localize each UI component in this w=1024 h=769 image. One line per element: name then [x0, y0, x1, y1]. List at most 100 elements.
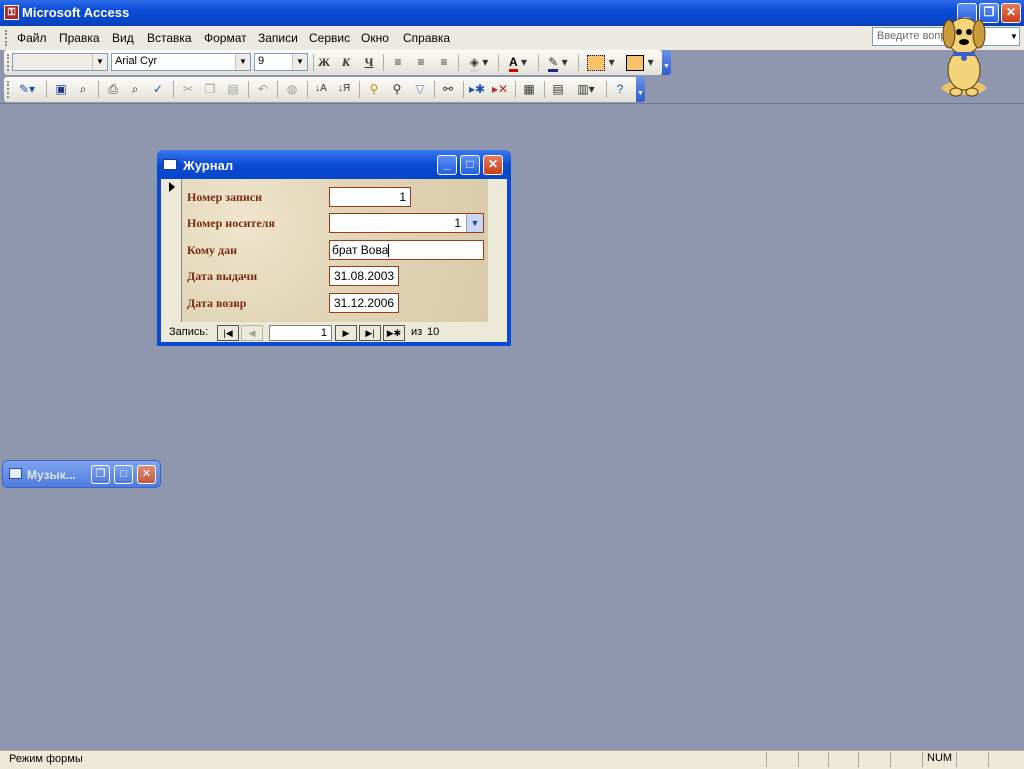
properties-icon[interactable]: ▦ [519, 80, 539, 98]
menu-view[interactable]: Вид [112, 31, 134, 45]
database-window-icon [9, 468, 22, 479]
status-panel [956, 752, 987, 767]
ask-dropdown-icon[interactable]: ▼ [1008, 28, 1020, 45]
fill-color-icon[interactable]: ◈ ▾ [464, 53, 494, 72]
last-record-button[interactable]: ▶| [359, 325, 381, 341]
filter-by-selection-icon[interactable]: ⚲ [364, 80, 384, 98]
line-color-icon[interactable]: ✎ ▾ [543, 53, 573, 72]
separator [515, 81, 516, 98]
toolbar-overflow-icon[interactable]: ▼ [662, 50, 671, 75]
sort-ascending-icon[interactable]: ↓A [311, 80, 331, 98]
apply-filter-icon[interactable]: ▽ [410, 80, 430, 98]
field-record-number[interactable]: 1 [329, 187, 411, 207]
form-close-button[interactable]: ✕ [483, 155, 503, 175]
font-name-combo[interactable]: Arial Cyr ▼ [111, 53, 251, 71]
form-maximize-button[interactable]: □ [460, 155, 480, 175]
save-icon[interactable]: ▣ [51, 80, 71, 98]
menu-bar: Файл Правка Вид Вставка Формат Записи Се… [0, 26, 1024, 50]
new-object-icon[interactable]: ▥▾ [571, 80, 601, 98]
filter-by-form-icon[interactable]: ⚲ [387, 80, 407, 98]
insert-hyperlink-icon[interactable]: ◍ [282, 80, 302, 98]
previous-record-button[interactable]: ◀ [241, 325, 263, 341]
copy-icon[interactable]: ❐ [200, 80, 220, 98]
office-assistant-dog-icon[interactable] [934, 10, 994, 98]
status-panel [988, 752, 1019, 767]
new-record-button[interactable]: ▶✱ [383, 325, 405, 341]
minimized-music-window[interactable]: Музык... ❐ □ ✕ [2, 460, 161, 488]
status-panel [798, 752, 827, 767]
align-right-icon[interactable]: ≡ [434, 53, 454, 71]
print-icon[interactable]: ⎙ [103, 80, 123, 98]
undo-icon[interactable]: ↶ [253, 80, 273, 98]
separator [434, 81, 435, 98]
form-detail-section: Номер записи 1 Номер носителя 1 ▼ Кому д… [182, 179, 488, 322]
field-label-given-to: Кому дан [187, 243, 238, 257]
special-effect-icon[interactable]: ▾ [623, 53, 657, 71]
delete-record-icon[interactable]: ▸✕ [490, 80, 510, 98]
separator [578, 54, 579, 71]
first-record-button[interactable]: |◀ [217, 325, 239, 341]
menu-edit[interactable]: Правка [59, 31, 100, 45]
status-mode-text: Режим формы [9, 753, 83, 765]
close-button[interactable]: ✕ [1001, 3, 1021, 23]
minimized-maximize-button[interactable]: □ [114, 465, 133, 484]
font-size-value: 9 [258, 55, 265, 67]
chevron-down-icon: ▼ [292, 54, 307, 70]
align-left-icon[interactable]: ≡ [388, 53, 408, 71]
cut-icon[interactable]: ✂ [178, 80, 198, 98]
menu-window[interactable]: Окно [361, 31, 389, 45]
form-minimize-button[interactable]: _ [437, 155, 457, 175]
field-media-number-combo[interactable]: 1 ▼ [329, 213, 484, 233]
field-label-record-number: Номер записи [187, 190, 263, 204]
font-size-combo[interactable]: 9 ▼ [254, 53, 308, 71]
new-record-icon[interactable]: ▸✱ [467, 80, 487, 98]
database-window-icon[interactable]: ▤ [548, 80, 568, 98]
view-icon[interactable]: ✎▾ [12, 80, 42, 98]
menu-tools[interactable]: Сервис [309, 31, 350, 45]
chevron-down-icon[interactable]: ▼ [466, 214, 483, 232]
help-icon[interactable]: ? [610, 80, 630, 98]
next-record-button[interactable]: ▶ [335, 325, 357, 341]
underline-button[interactable]: Ч [359, 53, 379, 71]
current-record-input[interactable]: 1 [269, 325, 332, 341]
form-title-bar[interactable]: Журнал _ □ ✕ [157, 150, 511, 179]
menu-grip[interactable] [5, 30, 10, 46]
bold-button[interactable]: Ж [314, 53, 334, 71]
minimized-restore-button[interactable]: ❐ [91, 465, 110, 484]
separator [46, 81, 47, 98]
nav-total-records: 10 [427, 326, 440, 338]
font-color-button[interactable]: A ▾ [503, 53, 533, 72]
menu-records[interactable]: Записи [258, 31, 298, 45]
menu-insert[interactable]: Вставка [147, 31, 192, 45]
field-return-date[interactable]: 31.12.2006 [329, 293, 399, 313]
separator [498, 54, 499, 71]
align-center-icon[interactable]: ≡ [411, 53, 431, 71]
form-title: Журнал [183, 158, 234, 173]
font-color-label: A [508, 55, 518, 72]
search-file-icon[interactable]: ⌕ [73, 80, 93, 98]
separator [606, 81, 607, 98]
find-icon[interactable]: ⚯ [438, 80, 458, 98]
object-combo[interactable]: ▼ [12, 53, 108, 71]
print-preview-icon[interactable]: ⌕ [125, 80, 145, 98]
sort-descending-icon[interactable]: ↓Я [334, 80, 354, 98]
line-width-icon[interactable]: ▾ [583, 53, 619, 71]
minimized-close-button[interactable]: ✕ [137, 465, 156, 484]
spelling-icon[interactable]: ✓ [148, 80, 168, 98]
form-body: Номер записи 1 Номер носителя 1 ▼ Кому д… [161, 179, 507, 342]
menu-format[interactable]: Формат [204, 31, 247, 45]
menu-file[interactable]: Файл [17, 31, 47, 45]
toolbar-overflow-icon[interactable]: ▼ [636, 77, 645, 102]
text-cursor [388, 244, 390, 258]
record-selector[interactable] [165, 179, 182, 322]
field-issue-date[interactable]: 31.08.2003 [329, 266, 399, 286]
menu-help[interactable]: Справка [403, 31, 450, 45]
app-title-bar[interactable]: ⚿ Microsoft Access _ ❐ ✕ [0, 0, 1024, 26]
field-label-return-date: Дата возвр [187, 296, 247, 310]
separator [458, 54, 459, 71]
mdi-client-area [0, 103, 1024, 751]
paste-icon[interactable]: ▤ [223, 80, 243, 98]
app-title: Microsoft Access [22, 5, 130, 20]
field-given-to[interactable]: брат Вова [329, 240, 484, 260]
italic-button[interactable]: К [336, 53, 356, 71]
